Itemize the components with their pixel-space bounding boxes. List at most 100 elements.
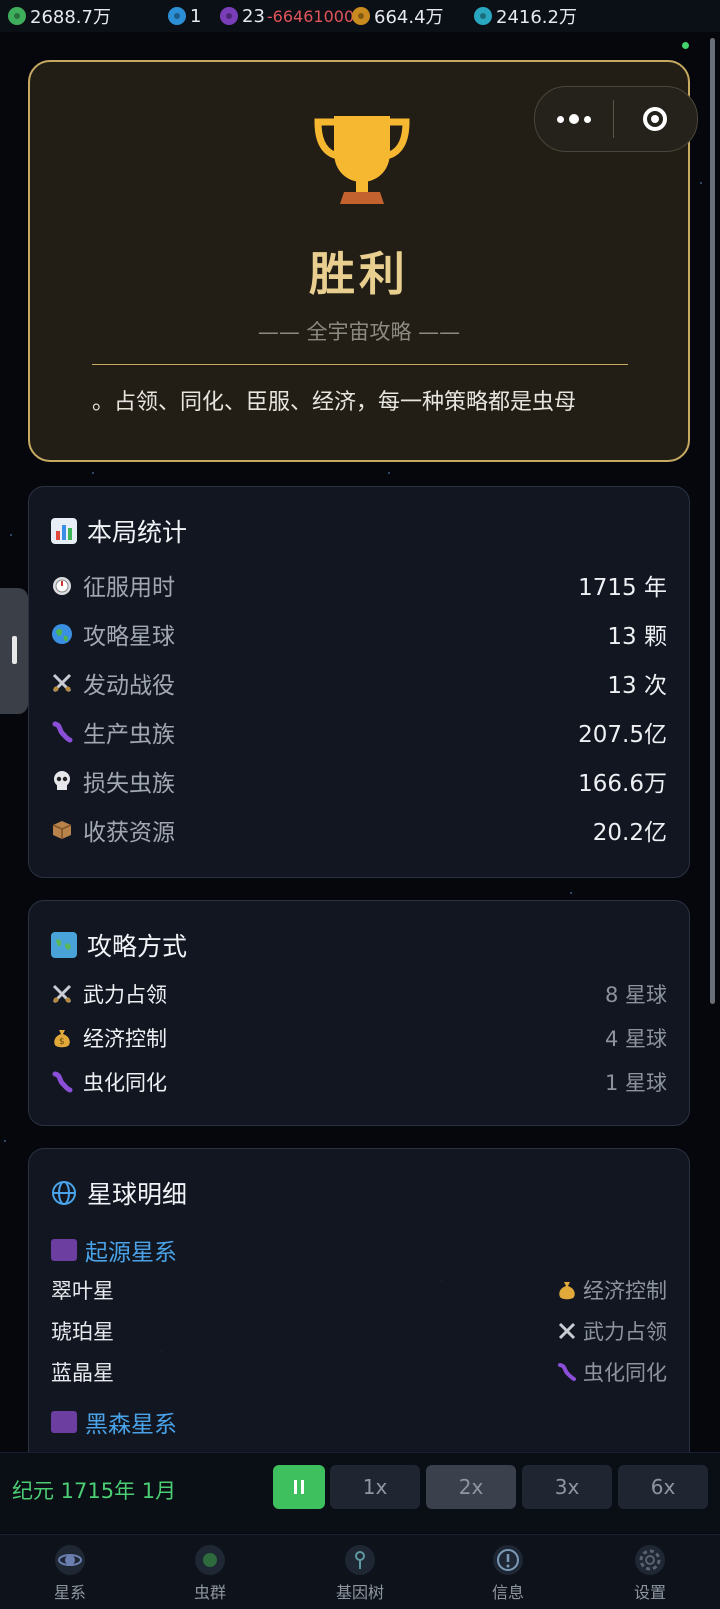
methods-title: 攻略方式 [51,927,187,963]
crystal-icon [168,7,186,25]
globe-meridians-icon [51,1180,77,1206]
tab-swarm[interactable]: 虫群 [160,1535,260,1609]
planet-name: 蓝晶星 [51,1361,114,1385]
info-icon [493,1545,523,1575]
resource-gene[interactable]: 23 -66461000 [220,4,354,28]
planets-title: 星球明细 [51,1175,187,1211]
package-icon [51,819,73,841]
victory-subtitle: —— 全宇宙攻略 —— [257,320,461,344]
speed-2x-button[interactable]: 2x [426,1465,516,1509]
planets-title-text: 星球明细 [87,1180,188,1209]
miniprogram-capsule [534,86,698,152]
planet-mode: 经济控制 [583,1279,667,1303]
stat-row-resources: 收获资源 20.2亿 [51,812,667,848]
bottom-tab-bar: 星系 虫群 基因树 信息 设置 [0,1534,720,1609]
speed-6x-button[interactable]: 6x [618,1465,708,1509]
tab-label: 信息 [491,1583,524,1602]
speed-3x-button[interactable]: 3x [522,1465,612,1509]
tab-label: 星系 [53,1583,86,1602]
crossed-swords-icon [51,672,73,694]
planet-mode: 虫化同化 [583,1361,667,1385]
galaxy-name: 黑森星系 [85,1412,177,1438]
method-row-assimilation: 虫化同化 1 星球 [51,1065,667,1099]
tab-label: 基因树 [335,1583,384,1602]
worm-icon [51,721,73,743]
stat-value: 13 颗 [607,624,667,650]
trophy-icon [314,116,410,204]
speed-1x-button[interactable]: 1x [330,1465,420,1509]
resource-value: 23 [242,5,265,27]
stat-value: 20.2亿 [592,820,667,846]
mineral-icon [352,7,370,25]
resource-value: 2688.7万 [30,7,111,28]
resource-crystal[interactable]: 1 [168,4,201,28]
methods-title-text: 攻略方式 [87,932,188,961]
tab-label: 设置 [633,1583,666,1602]
planet-row[interactable]: 琥珀星 武力占领 [51,1314,667,1348]
side-drawer-handle[interactable] [0,588,28,714]
method-row-force: 武力占领 8 星球 [51,977,667,1011]
tab-label: 虫群 [193,1583,226,1602]
methods-panel: 攻略方式 武力占领 8 星球 $ 经济控制 4 星球 虫化同化 1 星球 [28,900,690,1126]
method-row-economy: $ 经济控制 4 星球 [51,1021,667,1055]
resource-value: 1 [190,5,202,27]
money-bag-icon: $ [51,1027,73,1049]
stat-row-planets: 攻略星球 13 颗 [51,616,667,652]
stat-row-time: 征服用时 1715 年 [51,567,667,603]
energy-icon [474,7,492,25]
tab-settings[interactable]: 设置 [600,1535,700,1609]
globe-icon [51,623,73,645]
tab-galaxy[interactable]: 星系 [20,1535,120,1609]
stat-value: 207.5亿 [578,722,667,748]
method-label: 武力占领 [83,983,167,1007]
tab-gene-tree[interactable]: 基因树 [310,1535,410,1609]
time-control-bar: 纪元 1715年 1月 1x 2x 3x 6x [0,1452,720,1533]
stat-row-battles: 发动战役 13 次 [51,665,667,701]
skull-icon [51,770,73,792]
close-miniprogram-button[interactable] [614,107,696,131]
stats-panel: 本局统计 征服用时 1715 年 攻略星球 13 颗 发动战役 13 次 生产虫… [28,486,690,878]
planet-row[interactable]: 翠叶星 经济控制 [51,1273,667,1307]
resource-biomass[interactable]: 2688.7万 [8,4,111,28]
method-label: 经济控制 [83,1027,167,1051]
pause-button[interactable] [273,1465,325,1509]
method-label: 虫化同化 [83,1071,167,1095]
dot-icon [569,114,579,124]
stat-label: 发动战役 [83,673,175,699]
tab-info[interactable]: 信息 [458,1535,558,1609]
planet-name: 琥珀星 [51,1320,114,1344]
resource-mineral[interactable]: 664.4万 [352,4,444,28]
dot-icon [584,115,591,123]
biomass-icon [8,7,26,25]
stat-row-produced: 生产虫族 207.5亿 [51,714,667,750]
settings-icon [635,1545,665,1575]
galaxy-header[interactable]: 黑森星系 [51,1405,177,1439]
scrollbar[interactable] [710,38,715,1004]
victory-marquee-text: 。占领、同化、臣服、经济，每一种策略都是虫母 [92,390,577,415]
resource-bar: 2688.7万 1 23 -66461000 664.4万 2416.2万 [0,0,720,32]
status-dot [682,42,689,49]
method-value: 1 星球 [604,1071,667,1095]
method-value: 8 星球 [604,983,667,1007]
milky-way-icon [51,1239,77,1261]
dot-icon [557,115,564,123]
galaxy-name: 起源星系 [85,1240,177,1266]
stats-title-text: 本局统计 [87,518,188,547]
method-value: 4 星球 [604,1027,667,1051]
planet-mode: 武力占领 [583,1320,667,1344]
stat-label: 收获资源 [83,820,175,846]
stat-value: 166.6万 [578,771,667,797]
planet-row[interactable]: 蓝晶星 虫化同化 [51,1355,667,1389]
stat-label: 攻略星球 [83,624,175,650]
gene-tree-icon [345,1545,375,1575]
bar-chart-icon [51,518,77,544]
resource-energy[interactable]: 2416.2万 [474,4,577,28]
swarm-icon [195,1545,225,1575]
stats-title: 本局统计 [51,513,187,549]
stat-value: 1715 年 [578,575,667,601]
more-options-button[interactable] [535,114,613,124]
galaxy-icon [55,1545,85,1575]
galaxy-header[interactable]: 起源星系 [51,1233,177,1267]
target-icon [643,107,667,131]
crossed-swords-icon [51,983,73,1005]
